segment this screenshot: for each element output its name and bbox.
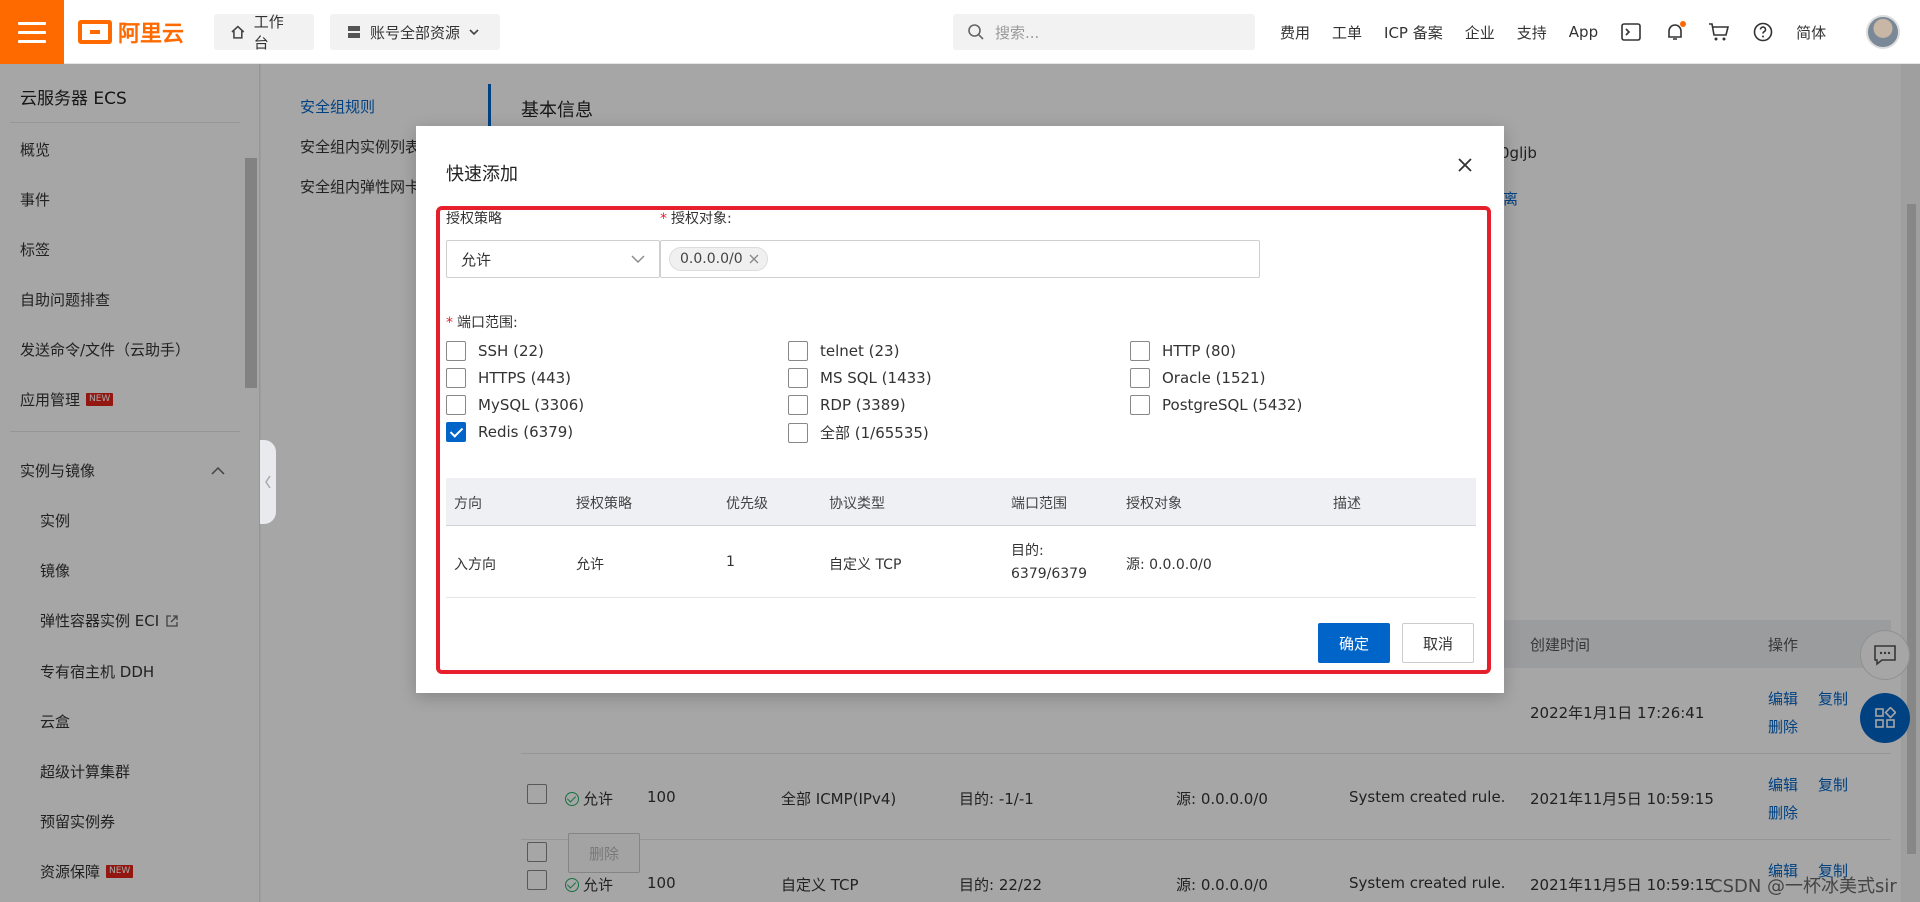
sidebar-collapse-handle[interactable] (260, 440, 276, 524)
avatar[interactable] (1866, 15, 1901, 49)
target-tag-text: 0.0.0.0/0 (680, 251, 743, 267)
checkbox-label: HTTP (80) (1162, 342, 1236, 360)
checkbox[interactable] (446, 368, 466, 388)
server-icon (348, 26, 360, 38)
checkbox[interactable] (446, 341, 466, 361)
help-icon[interactable] (1752, 21, 1774, 43)
terminal-icon[interactable] (1620, 21, 1642, 43)
watermark-text: CSDN @一杯冰美式sir (1710, 876, 1897, 897)
target-label-text: 授权对象: (671, 211, 732, 227)
brand-name: 阿里云 (118, 22, 185, 47)
chevron-down-icon (631, 255, 645, 263)
hamburger-menu-icon[interactable] (0, 0, 64, 64)
checkbox-checked[interactable] (446, 422, 466, 442)
checkbox[interactable] (1130, 368, 1150, 388)
target-tag: 0.0.0.0/0 (669, 247, 768, 271)
checkbox[interactable] (1130, 341, 1150, 361)
cell-port: 目的: 6379/6379 (1011, 543, 1087, 582)
table-row: 入方向 允许 1 自定义 TCP 目的: 6379/6379 源: 0.0.0.… (446, 526, 1476, 598)
chevron-left-icon (265, 475, 271, 489)
port-checkbox-mssql[interactable]: MS SQL (1433) (788, 368, 932, 388)
policy-select[interactable]: 允许 (446, 240, 660, 278)
column-header: 协议类型 (829, 496, 885, 512)
port-checkbox-postgresql[interactable]: PostgreSQL (5432) (1130, 395, 1302, 415)
checkbox[interactable] (446, 395, 466, 415)
link-tickets[interactable]: 工单 (1332, 22, 1362, 43)
cell-policy: 允许 (576, 557, 604, 573)
checkbox-label: MS SQL (1433) (820, 369, 932, 387)
port-checkbox-rdp[interactable]: RDP (3389) (788, 395, 906, 415)
chevron-down-icon (469, 29, 479, 36)
checkbox-label: RDP (3389) (820, 396, 906, 414)
checkbox-label: Redis (6379) (478, 423, 574, 441)
search-input[interactable]: 搜索... (953, 14, 1255, 50)
confirm-button[interactable]: 确定 (1318, 623, 1390, 663)
port-range-label-text: 端口范围: (457, 315, 518, 331)
column-header: 授权策略 (576, 496, 632, 512)
port-checkbox-all[interactable]: 全部 (1/65535) (788, 422, 929, 443)
resources-dropdown[interactable]: 账号全部资源 (330, 14, 500, 50)
top-links: 费用 工单 ICP 备案 企业 支持 App 简体 (1280, 0, 1901, 64)
close-icon[interactable] (1454, 154, 1476, 176)
port-checkbox-ssh[interactable]: SSH (22) (446, 341, 544, 361)
workbench-button[interactable]: 工作台 (214, 13, 314, 52)
target-tag-input[interactable]: 0.0.0.0/0 (660, 240, 1260, 278)
port-range-label: * 端口范围: (446, 312, 518, 332)
dialog-title: 快速添加 (446, 164, 518, 185)
port-checkbox-https[interactable]: HTTPS (443) (446, 368, 571, 388)
checkbox-label: PostgreSQL (5432) (1162, 396, 1303, 414)
link-app[interactable]: App (1569, 23, 1598, 41)
required-mark: * (660, 211, 667, 227)
checkbox[interactable] (788, 422, 808, 443)
checkbox[interactable] (788, 368, 808, 388)
port-checkbox-redis[interactable]: Redis (6379) (446, 422, 573, 442)
column-header: 描述 (1333, 496, 1361, 512)
checkbox[interactable] (788, 341, 808, 361)
cancel-button[interactable]: 取消 (1402, 623, 1474, 663)
search-icon (968, 24, 984, 40)
port-checkbox-telnet[interactable]: telnet (23) (788, 341, 899, 361)
column-header: 授权对象 (1126, 496, 1182, 512)
checkbox-label: HTTPS (443) (478, 369, 572, 387)
link-fees[interactable]: 费用 (1280, 22, 1310, 43)
target-label: * 授权对象: (660, 208, 732, 228)
language-switch[interactable]: 简体 (1796, 22, 1826, 43)
resources-label: 账号全部资源 (370, 23, 461, 42)
required-mark: * (446, 315, 453, 331)
column-header: 方向 (454, 496, 482, 512)
cart-icon[interactable] (1708, 21, 1730, 43)
port-checkbox-mysql[interactable]: MySQL (3306) (446, 395, 584, 415)
policy-select-value: 允许 (461, 250, 492, 269)
cell-priority: 1 (726, 554, 735, 570)
column-header: 端口范围 (1011, 496, 1067, 512)
port-checkbox-oracle[interactable]: Oracle (1521) (1130, 368, 1265, 388)
link-icp[interactable]: ICP 备案 (1384, 22, 1443, 43)
link-enterprise[interactable]: 企业 (1465, 22, 1495, 43)
policy-label: 授权策略 (446, 211, 502, 227)
cell-protocol: 自定义 TCP (829, 557, 902, 573)
aliyun-logo[interactable]: 阿里云 (78, 16, 184, 48)
workbench-label: 工作台 (253, 13, 284, 52)
checkbox[interactable] (1130, 395, 1150, 415)
checkbox[interactable] (788, 395, 808, 415)
bell-icon[interactable] (1664, 21, 1687, 43)
port-checkbox-http[interactable]: HTTP (80) (1130, 341, 1236, 361)
cell-direction: 入方向 (454, 557, 496, 573)
column-header: 优先级 (726, 496, 768, 512)
top-bar: 阿里云 工作台 账号全部资源 搜索... 费用 工单 ICP 备案 企业 支持 … (0, 0, 1920, 64)
checkbox-label: SSH (22) (478, 342, 544, 360)
checkbox-label: 全部 (1/65535) (820, 424, 929, 442)
logo-mark-icon (78, 20, 112, 44)
quick-add-dialog: 快速添加 授权策略 * 授权对象: 允许 0.0.0.0/0 * 端口范围: SSH… (416, 126, 1504, 693)
checkbox-label: MySQL (3306) (478, 396, 585, 414)
link-support[interactable]: 支持 (1517, 22, 1547, 43)
search-placeholder: 搜索... (995, 23, 1040, 42)
preview-table-header: 方向 授权策略 优先级 协议类型 端口范围 授权对象 描述 (446, 478, 1476, 526)
cell-target: 源: 0.0.0.0/0 (1126, 557, 1212, 573)
tag-close-icon[interactable] (749, 254, 759, 264)
checkbox-label: Oracle (1521) (1162, 369, 1266, 387)
checkbox-label: telnet (23) (820, 342, 900, 360)
home-icon (231, 25, 245, 39)
